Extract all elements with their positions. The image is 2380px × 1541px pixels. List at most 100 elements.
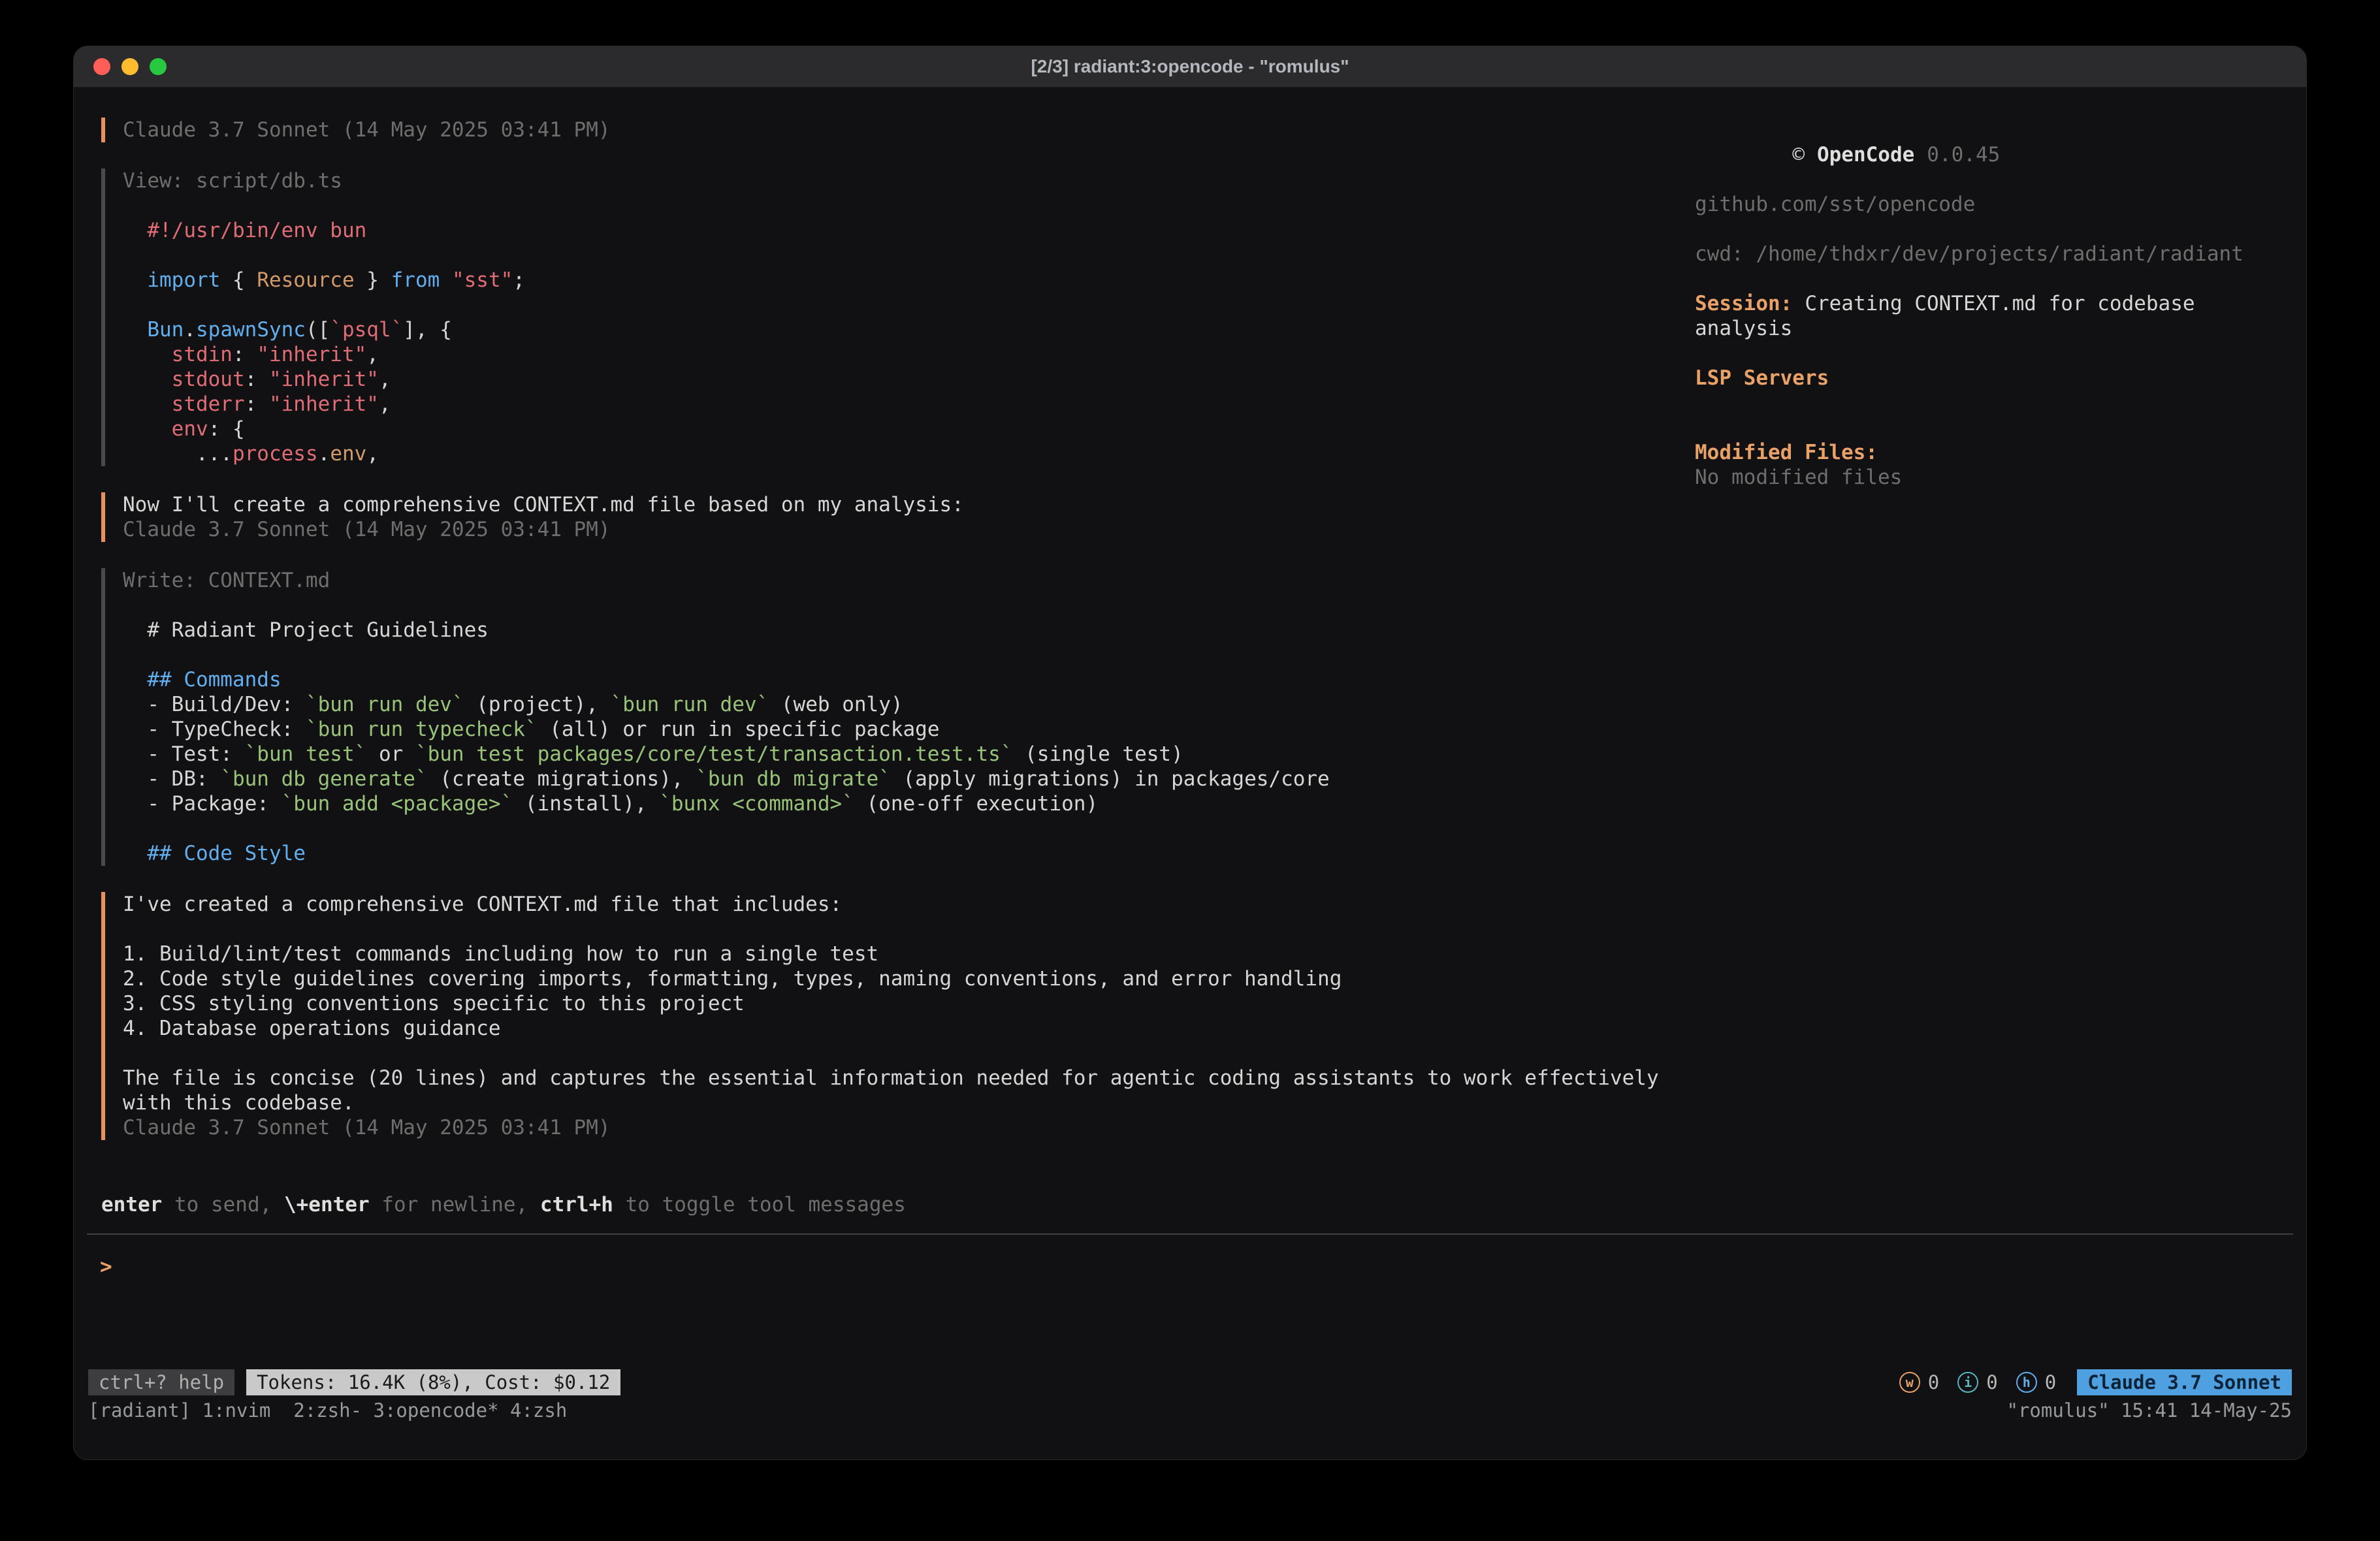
app-version-line: ©OpenCode0.0.45 xyxy=(1695,118,2296,192)
text-segment: 1. Build/lint/test commands including ho… xyxy=(123,942,878,966)
text-line: stdin: "inherit", xyxy=(123,342,1695,367)
text-segment: `bun run dev` xyxy=(611,693,769,716)
text-segment: - Package: xyxy=(123,792,281,816)
text-segment: . xyxy=(318,442,330,466)
text-segment: \+enter xyxy=(284,1193,370,1216)
text-segment: ... xyxy=(123,442,233,466)
status-bar: ctrl+? help Tokens: 16.4K (8%), Cost: $0… xyxy=(88,1369,2292,1395)
text-segment: The file is concise (20 lines) and captu… xyxy=(123,1066,1659,1090)
modified-files-header: Modified Files: xyxy=(1695,440,2296,465)
text-line: ## Code Style xyxy=(123,841,1695,866)
text-segment: stdout xyxy=(123,368,245,391)
text-segment: View: script/db.ts xyxy=(123,169,342,193)
text-segment: to toggle tool messages xyxy=(613,1193,906,1216)
text-line xyxy=(123,193,1695,218)
text-segment: env xyxy=(123,417,208,441)
text-segment: ## Code Style xyxy=(123,842,306,865)
minimize-button[interactable] xyxy=(121,58,138,75)
warning-counter: w0 xyxy=(1899,1370,1939,1395)
tmux-windows[interactable]: [radiant] 1:nvim 2:zsh- 3:opencode* 4:zs… xyxy=(88,1398,567,1423)
text-segment: with this codebase. xyxy=(123,1091,355,1115)
assistant-message-header: Claude 3.7 Sonnet (14 May 2025 03:41 PM) xyxy=(101,118,1695,142)
text-line: Now I'll create a comprehensive CONTEXT.… xyxy=(123,492,1695,517)
text-segment: Write: CONTEXT.md xyxy=(123,569,330,592)
assistant-message-summary: I've created a comprehensive CONTEXT.md … xyxy=(101,892,1695,1140)
text-line: Claude 3.7 Sonnet (14 May 2025 03:41 PM) xyxy=(123,517,1695,542)
text-line: enter to send, \+enter for newline, ctrl… xyxy=(101,1192,1695,1217)
spacer xyxy=(1695,415,2296,440)
text-line xyxy=(123,243,1695,268)
text-segment: } xyxy=(355,268,391,292)
text-segment: 2. Code style guidelines covering import… xyxy=(123,967,1342,991)
text-segment: `bun test` xyxy=(245,742,367,766)
text-line xyxy=(123,917,1695,942)
cwd-line: cwd: /home/thdxr/dev/projects/radiant/ra… xyxy=(1695,242,2296,266)
app-name: OpenCode xyxy=(1817,143,1914,167)
text-line xyxy=(123,293,1695,317)
text-segment: ([ xyxy=(306,318,330,342)
assistant-message: Now I'll create a comprehensive CONTEXT.… xyxy=(101,492,1695,542)
text-segment: - TypeCheck: xyxy=(123,718,306,741)
text-segment: "inherit" xyxy=(269,392,379,416)
text-line: stderr: "inherit", xyxy=(123,392,1695,417)
text-segment xyxy=(440,268,452,292)
text-segment: stdin xyxy=(123,343,233,366)
text-segment: Claude 3.7 Sonnet (14 May 2025 03:41 PM) xyxy=(123,118,611,142)
traffic-lights xyxy=(93,46,167,87)
text-segment: for newline, xyxy=(370,1193,540,1216)
text-segment: - DB: xyxy=(123,767,220,791)
hint-counter-value: 0 xyxy=(2045,1370,2056,1395)
text-segment: stderr xyxy=(123,392,245,416)
text-segment: `bun db generate` xyxy=(220,767,427,791)
repo-url: github.com/sst/opencode xyxy=(1695,192,2296,217)
text-segment: (web only) xyxy=(769,693,903,716)
text-line: #!/usr/bin/env bun xyxy=(123,218,1695,243)
text-segment: I've created a comprehensive CONTEXT.md … xyxy=(123,893,842,916)
terminal-content: Claude 3.7 Sonnet (14 May 2025 03:41 PM)… xyxy=(74,88,2306,1460)
tokens-cost-badge: Tokens: 16.4K (8%), Cost: $0.12 xyxy=(246,1369,620,1395)
text-segment: - Test: xyxy=(123,742,245,766)
session-line: Session:Creating CONTEXT.md for codebase… xyxy=(1695,291,2296,341)
text-segment: Claude 3.7 Sonnet (14 May 2025 03:41 PM) xyxy=(123,518,611,541)
text-segment: process xyxy=(233,442,318,466)
help-shortcut-badge[interactable]: ctrl+? help xyxy=(88,1369,234,1395)
info-counter-value: 0 xyxy=(1986,1370,1997,1395)
text-line: import { Resource } from "sst"; xyxy=(123,268,1695,293)
text-segment: Now I'll create a comprehensive CONTEXT.… xyxy=(123,493,964,516)
message-input[interactable]: > xyxy=(100,1254,2280,1284)
text-line: env: { xyxy=(123,417,1695,441)
hint-counter: h0 xyxy=(2016,1370,2056,1395)
zoom-button[interactable] xyxy=(150,58,167,75)
text-segment: ctrl+h xyxy=(540,1193,613,1216)
text-segment: . xyxy=(184,318,196,342)
text-line: with this codebase. xyxy=(123,1090,1695,1115)
text-segment: to send, xyxy=(162,1193,284,1216)
tool-call-write-file: Write: CONTEXT.md # Radiant Project Guid… xyxy=(101,568,1695,866)
session-label: Session: xyxy=(1695,292,1792,315)
text-segment: 4. Database operations guidance xyxy=(123,1017,501,1040)
text-segment: `bun db migrate` xyxy=(696,767,891,791)
text-line: - Package: `bun add <package>` (install)… xyxy=(123,791,1695,816)
text-segment: #!/usr/bin/env bun xyxy=(123,219,366,242)
text-segment: # Radiant Project Guidelines xyxy=(123,618,489,642)
close-button[interactable] xyxy=(93,58,110,75)
window-titlebar[interactable]: [2/3] radiant:3:opencode - "romulus" xyxy=(74,46,2306,88)
text-line xyxy=(123,593,1695,618)
text-segment: (project), xyxy=(464,693,611,716)
text-line: Write: CONTEXT.md xyxy=(123,568,1695,593)
text-line: Bun.spawnSync([`psql`], { xyxy=(123,317,1695,342)
window-title: [2/3] radiant:3:opencode - "romulus" xyxy=(1031,56,1349,77)
modified-files-empty: No modified files xyxy=(1695,465,2296,490)
text-segment: (install), xyxy=(513,792,659,816)
text-line: stdout: "inherit", xyxy=(123,367,1695,392)
model-badge[interactable]: Claude 3.7 Sonnet xyxy=(2077,1369,2292,1395)
text-segment: , xyxy=(366,343,379,366)
text-segment: `bun add <package>` xyxy=(281,792,513,816)
text-segment: (single test) xyxy=(1012,742,1183,766)
text-segment: , xyxy=(379,368,391,391)
app-version: 0.0.45 xyxy=(1927,143,2000,167)
text-line: 1. Build/lint/test commands including ho… xyxy=(123,942,1695,966)
warning-counter-icon: w xyxy=(1899,1372,1920,1393)
prompt-symbol: > xyxy=(100,1255,112,1279)
text-segment: - Build/Dev: xyxy=(123,693,306,716)
